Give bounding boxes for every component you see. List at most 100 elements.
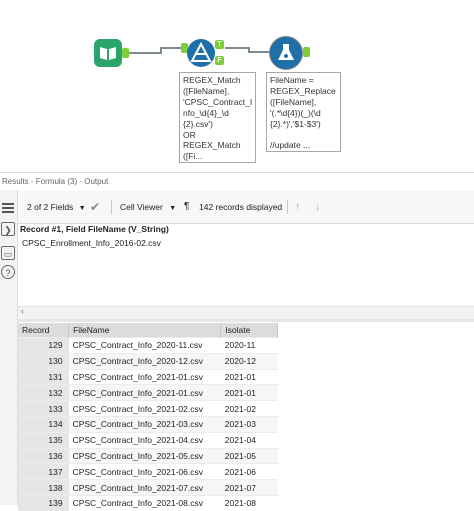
cell-value[interactable]: CPSC_Enrollment_Info_2016-02.csv bbox=[22, 238, 161, 248]
record-cell: 132 bbox=[18, 384, 69, 401]
filename-cell[interactable]: CPSC_Contract_Info_2021-03.csv bbox=[68, 415, 221, 433]
column-header-record[interactable]: Record bbox=[18, 323, 70, 338]
formula-annot-line: '(.*\d{4})(_)(\d bbox=[270, 107, 321, 118]
filename-cell[interactable]: CPSC_Contract_Info_2021-07.csv bbox=[68, 479, 221, 496]
table-row[interactable]: 138 CPSC_Contract_Info_2021-07.csv 2021-07 bbox=[18, 479, 278, 496]
column-header-filename[interactable]: FileName bbox=[68, 323, 222, 338]
isolate-cell[interactable]: 2021-07 bbox=[220, 479, 278, 496]
isolate-cell[interactable]: 2021-05 bbox=[220, 447, 278, 464]
record-cell: 133 bbox=[18, 400, 69, 417]
formula-annotation: FileName = REGEX_Replace ([FileName], '(… bbox=[266, 72, 341, 152]
pilcrow-icon[interactable]: ¶ bbox=[184, 191, 189, 223]
input-data-icon bbox=[100, 47, 116, 60]
formula-annot-line: //update ... bbox=[270, 140, 311, 151]
fields-selector[interactable]: 2 of 2 Fields ▼ bbox=[27, 191, 86, 223]
table-header-row: Record FileName Isolate bbox=[18, 323, 278, 338]
table-row[interactable]: 130 CPSC_Contract_Info_2020-12.csv 2020-12 bbox=[18, 352, 278, 370]
record-cell: 139 bbox=[18, 494, 69, 511]
filename-cell[interactable]: CPSC_Contract_Info_2021-05.csv bbox=[68, 447, 221, 464]
toolbar-divider bbox=[287, 200, 288, 214]
workflow-canvas[interactable]: T F REGEX_Match ([FileName], 'CPSC_Contr… bbox=[0, 0, 474, 168]
filter-annotation: REGEX_Match ([FileName], 'CPSC_Contract_… bbox=[179, 72, 256, 163]
record-field-label: Record #1, Field FileName (V_String) bbox=[20, 224, 169, 234]
table-row[interactable]: 132 CPSC_Contract_Info_2021-01.csv 2021-01 bbox=[18, 384, 278, 401]
filename-cell[interactable]: CPSC_Contract_Info_2021-08.csv bbox=[68, 494, 221, 511]
chevron-down-icon: ▼ bbox=[169, 205, 177, 212]
results-title: Results - Formula (3) - Output bbox=[0, 172, 474, 190]
isolate-cell[interactable]: 2021-06 bbox=[220, 463, 278, 480]
record-cell: 131 bbox=[18, 368, 69, 385]
filter-annot-line: OR bbox=[183, 129, 196, 140]
isolate-cell[interactable]: 2020-12 bbox=[220, 352, 278, 370]
isolate-cell[interactable]: 2021-08 bbox=[220, 494, 278, 511]
filename-cell[interactable]: CPSC_Contract_Info_2021-01.csv bbox=[68, 368, 221, 385]
formula-annot-line: {2}.*)','$1-$3') bbox=[270, 118, 321, 129]
toolbar-divider bbox=[111, 200, 112, 214]
chevron-down-icon: ▼ bbox=[78, 205, 86, 212]
fields-selector-label: 2 of 2 Fields bbox=[27, 202, 74, 212]
filename-cell[interactable]: CPSC_Contract_Info_2020-12.csv bbox=[68, 352, 221, 370]
record-cell: 138 bbox=[18, 479, 69, 496]
filter-tool[interactable] bbox=[187, 39, 215, 67]
table-row[interactable]: 136 CPSC_Contract_Info_2021-05.csv 2021-05 bbox=[18, 447, 278, 464]
filter-annot-line: REGEX_Match bbox=[183, 75, 241, 85]
results-left-rail: ❯ ▭ ? bbox=[0, 190, 18, 505]
filename-cell[interactable]: CPSC_Contract_Info_2020-11.csv bbox=[68, 337, 221, 354]
formula-icon bbox=[278, 44, 294, 60]
filter-true-anchor[interactable]: T bbox=[215, 40, 224, 49]
filter-annot-line: REGEX_Match bbox=[183, 140, 241, 151]
output-anchor-icon[interactable]: ▭ bbox=[1, 246, 15, 260]
cell-viewer-label: Cell Viewer bbox=[120, 202, 163, 212]
connector-filter-formula-b bbox=[248, 51, 269, 53]
formula-annot-line: REGEX_Replace bbox=[270, 85, 336, 96]
panel-splitter[interactable] bbox=[18, 319, 474, 322]
input-data-tool[interactable] bbox=[94, 39, 122, 67]
record-cell: 130 bbox=[18, 352, 69, 370]
connector-filter-formula bbox=[225, 47, 250, 49]
arrow-down-icon[interactable]: ↓ bbox=[315, 191, 321, 223]
input-output-anchor[interactable] bbox=[122, 48, 129, 58]
filter-annot-line: ([FileName], bbox=[183, 85, 230, 96]
table-row[interactable]: 137 CPSC_Contract_Info_2021-06.csv 2021-06 bbox=[18, 463, 278, 480]
record-cell: 129 bbox=[18, 337, 69, 354]
table-row[interactable]: 131 CPSC_Contract_Info_2021-01.csv 2021-01 bbox=[18, 368, 278, 385]
input-anchor-icon[interactable]: ❯ bbox=[1, 222, 15, 236]
filename-cell[interactable]: CPSC_Contract_Info_2021-04.csv bbox=[68, 431, 221, 449]
table-row[interactable]: 129 CPSC_Contract_Info_2020-11.csv 2020-11 bbox=[18, 337, 278, 354]
chevron-left-icon[interactable]: ‹ bbox=[21, 306, 24, 316]
filter-false-anchor[interactable]: F bbox=[215, 56, 224, 65]
filename-cell[interactable]: CPSC_Contract_Info_2021-06.csv bbox=[68, 463, 221, 480]
table-view-icon[interactable] bbox=[1, 201, 15, 215]
formula-output-anchor[interactable] bbox=[303, 47, 310, 57]
isolate-cell[interactable]: 2021-04 bbox=[220, 431, 278, 449]
isolate-cell[interactable]: 2021-01 bbox=[220, 368, 278, 385]
table-row[interactable]: 135 CPSC_Contract_Info_2021-04.csv 2021-04 bbox=[18, 431, 278, 449]
formula-tool[interactable] bbox=[269, 36, 303, 70]
filter-annot-line: {2}.csv') bbox=[183, 118, 213, 129]
results-table: Record FileName Isolate 129 CPSC_Contract… bbox=[18, 323, 278, 511]
help-icon[interactable]: ? bbox=[1, 265, 15, 279]
filter-annot-line: 'CPSC_Contract_I bbox=[183, 96, 253, 107]
filename-cell[interactable]: CPSC_Contract_Info_2021-02.csv bbox=[68, 400, 221, 417]
filename-cell[interactable]: CPSC_Contract_Info_2021-01.csv bbox=[68, 384, 221, 401]
table-row[interactable]: 133 CPSC_Contract_Info_2021-02.csv 2021-02 bbox=[18, 400, 278, 417]
cell-viewer-dropdown[interactable]: Cell Viewer ▼ bbox=[120, 191, 176, 223]
isolate-cell[interactable]: 2021-03 bbox=[220, 415, 278, 433]
table-row[interactable]: 134 CPSC_Contract_Info_2021-03.csv 2021-03 bbox=[18, 415, 278, 433]
filter-annot-line: ([Fi... bbox=[183, 151, 203, 162]
record-cell: 137 bbox=[18, 463, 69, 480]
arrow-up-icon[interactable]: ↑ bbox=[295, 191, 301, 223]
horizontal-scrollbar[interactable]: ‹ bbox=[18, 306, 474, 319]
records-displayed: 142 records displayed bbox=[199, 202, 283, 212]
filter-annot-line: nfo_\d{4}_\d bbox=[183, 107, 229, 118]
formula-annot-line: ([FileName], bbox=[270, 96, 317, 107]
formula-annot-line: FileName = bbox=[270, 75, 314, 85]
isolate-cell[interactable]: 2021-01 bbox=[220, 384, 278, 401]
isolate-cell[interactable]: 2021-02 bbox=[220, 400, 278, 417]
column-header-isolate[interactable]: Isolate bbox=[220, 323, 278, 338]
table-row[interactable]: 139 CPSC_Contract_Info_2021-08.csv 2021-08 bbox=[18, 494, 278, 511]
isolate-cell[interactable]: 2020-11 bbox=[220, 337, 278, 354]
record-cell: 136 bbox=[18, 447, 69, 464]
record-cell: 135 bbox=[18, 431, 69, 449]
checkmark-icon[interactable]: ✔ bbox=[90, 191, 100, 223]
